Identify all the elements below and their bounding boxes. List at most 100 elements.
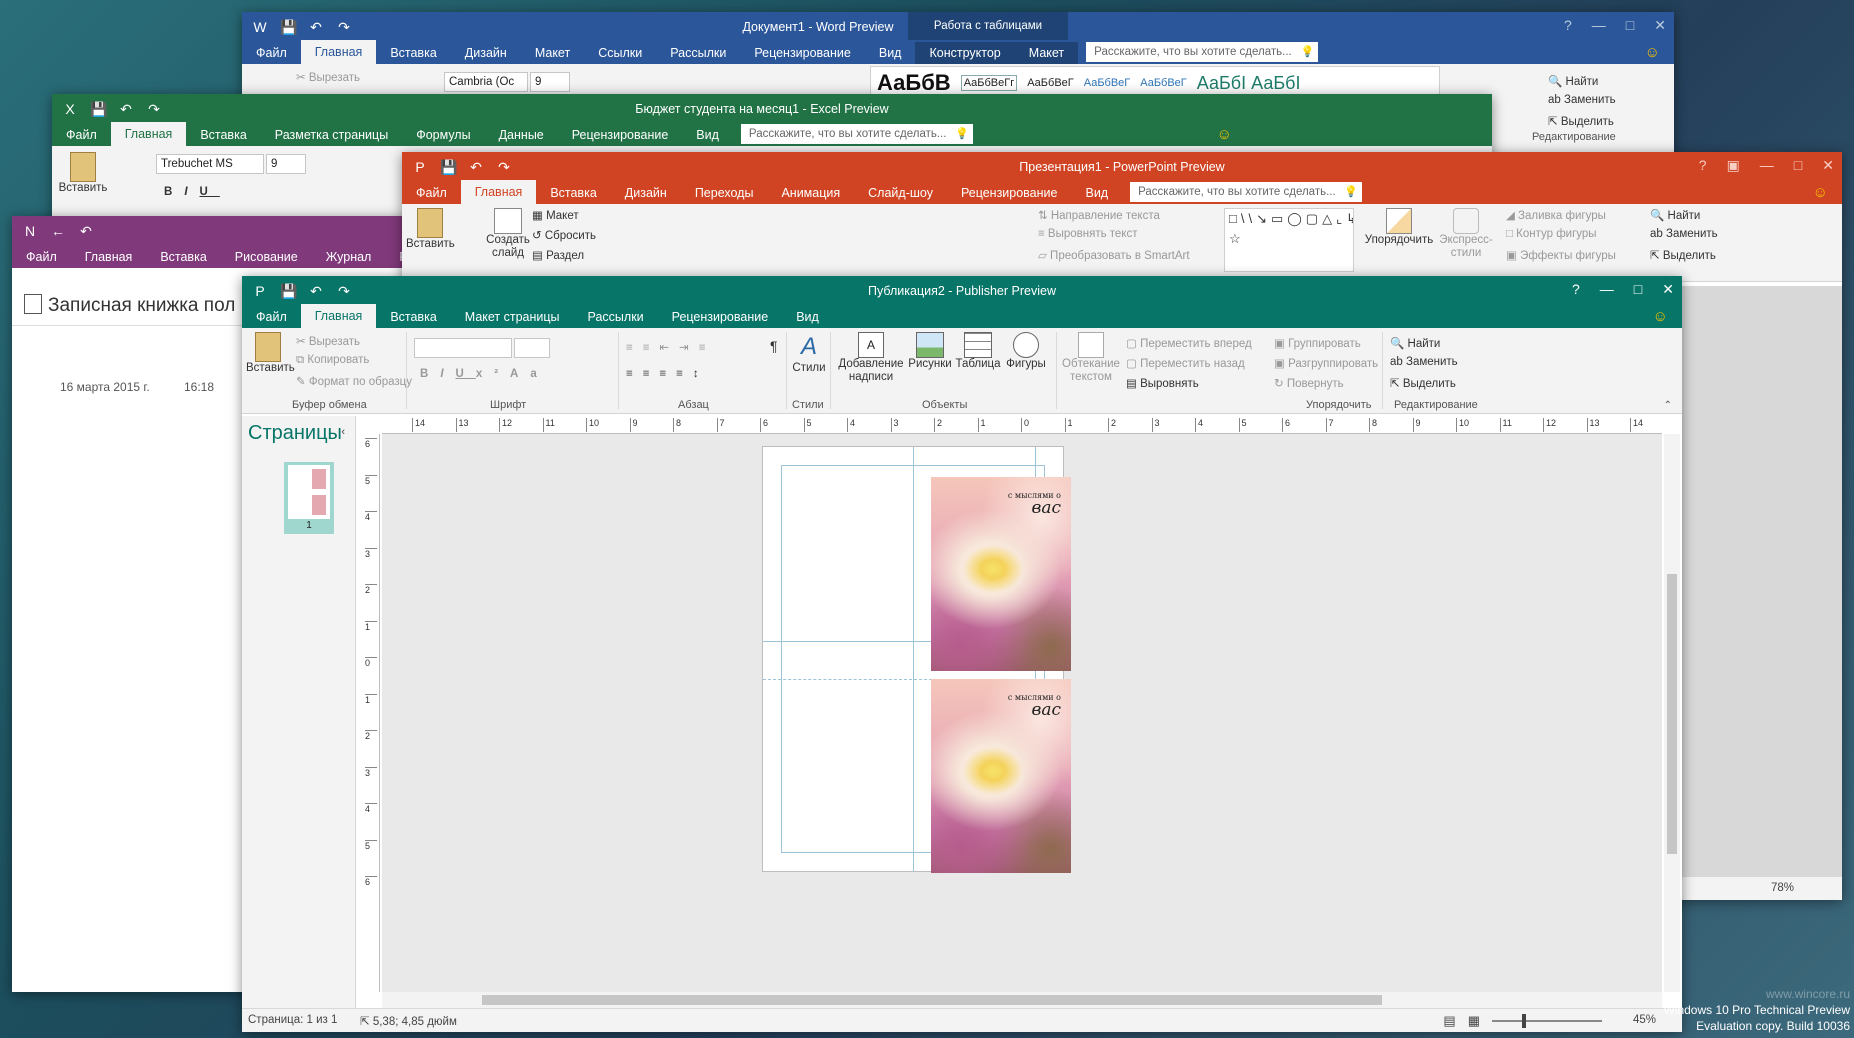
minimize-icon[interactable]: —	[1760, 157, 1774, 174]
select-button[interactable]: ⇱ Выделить	[1548, 114, 1614, 128]
tab-formulas[interactable]: Формулы	[402, 124, 484, 146]
shapes-button[interactable]: Фигуры	[1002, 332, 1050, 370]
close-icon[interactable]: ✕	[1822, 157, 1834, 174]
select-button[interactable]: ⇱ Выделить	[1650, 248, 1716, 262]
tab-review[interactable]: Рецензирование	[558, 124, 683, 146]
tab-draw[interactable]: Рисование	[221, 246, 312, 268]
tab-file[interactable]: Файл	[52, 124, 111, 146]
copy-button[interactable]: ⧉ Копировать	[296, 354, 369, 367]
scroll-thumb[interactable]	[482, 995, 1382, 1005]
size-combo[interactable]: 9	[530, 72, 570, 92]
flower-card-image[interactable]: с мыслями о вас	[931, 477, 1071, 671]
vertical-scrollbar[interactable]	[1664, 434, 1680, 992]
size-combo[interactable]	[514, 338, 550, 358]
send-backward-button[interactable]: ▢ Переместить назад	[1126, 356, 1245, 370]
shape-outline-button[interactable]: □ Контур фигуры	[1506, 228, 1597, 240]
tab-design[interactable]: Дизайн	[451, 42, 521, 64]
tab-design[interactable]: Дизайн	[611, 182, 681, 204]
tab-slideshow[interactable]: Слайд-шоу	[854, 182, 947, 204]
shape-effects-button[interactable]: ▣ Эффекты фигуры	[1506, 248, 1616, 262]
view-buttons[interactable]: ▤▦	[1443, 1013, 1492, 1029]
paste-button[interactable]: Вставить	[58, 152, 108, 194]
rotate-button[interactable]: ↻ Повернуть	[1274, 376, 1344, 390]
cut-button[interactable]: ✂ Вырезать	[296, 70, 360, 84]
alignment-buttons[interactable]: ≡≡≡≡↕	[626, 368, 709, 380]
close-icon[interactable]: ✕	[1654, 17, 1666, 34]
cut-button[interactable]: ✂ Вырезать	[296, 334, 360, 348]
vertical-ruler[interactable]: 6 5 4 3 2 1 0 1 2 3 4 5 6	[362, 434, 380, 992]
find-button[interactable]: 🔍 Найти	[1650, 208, 1700, 222]
ribbon-display-icon[interactable]: ▣	[1727, 157, 1740, 174]
maximize-icon[interactable]: □	[1794, 157, 1802, 174]
tab-animations[interactable]: Анимация	[767, 182, 854, 204]
tab-review[interactable]: Рецензирование	[947, 182, 1072, 204]
tab-file[interactable]: Файл	[12, 246, 71, 268]
styles-button[interactable]: A Стили	[792, 332, 826, 374]
paste-button[interactable]: Вставить	[246, 332, 295, 374]
horizontal-ruler[interactable]: 14 13 12 11 10 9 8 7 6 5 4 3 2 1 0 1 2 3 4 5 6 7 8 9 10 11 12 13 14	[382, 416, 1662, 434]
tell-me-input[interactable]: Расскажите, что вы хотите сделать...	[1130, 182, 1363, 202]
replace-button[interactable]: ab Заменить	[1390, 356, 1458, 368]
bring-forward-button[interactable]: ▢ Переместить вперед	[1126, 336, 1252, 350]
replace-button[interactable]: ab Заменить	[1650, 228, 1718, 240]
arrange-button[interactable]: Упорядочить	[1364, 208, 1434, 246]
font-format-buttons[interactable]: BIU	[164, 186, 220, 198]
horizontal-scrollbar[interactable]	[382, 992, 1662, 1008]
undo-icon[interactable]: ↶	[78, 222, 94, 239]
minimize-icon[interactable]: —	[1592, 17, 1606, 34]
tab-history[interactable]: Журнал	[312, 246, 386, 268]
maximize-icon[interactable]: □	[1634, 281, 1642, 298]
replace-button[interactable]: ab Заменить	[1548, 94, 1616, 106]
quick-styles-button[interactable]: Экспресс-стили	[1436, 208, 1496, 260]
format-painter-button[interactable]: ✎ Формат по образцу	[296, 374, 412, 388]
font-combo[interactable]	[414, 338, 512, 358]
zoom-slider[interactable]	[1492, 1014, 1602, 1028]
back-icon[interactable]: ←	[50, 222, 66, 239]
tab-mailings[interactable]: Рассылки	[656, 42, 740, 64]
tab-review[interactable]: Рецензирование	[658, 306, 783, 328]
tab-table-layout[interactable]: Макет	[1014, 42, 1079, 64]
tell-me-input[interactable]: Расскажите, что вы хотите сделать...	[1086, 42, 1319, 62]
show-formatting-button[interactable]: ¶	[770, 338, 778, 354]
zoom-level[interactable]: 45%	[1633, 1014, 1656, 1026]
tab-page-layout[interactable]: Разметка страницы	[261, 124, 402, 146]
new-slide-button[interactable]: Создать слайд	[486, 208, 530, 260]
tab-file[interactable]: Файл	[242, 306, 301, 328]
feedback-smile-icon[interactable]: ☺	[1813, 184, 1828, 201]
feedback-smile-icon[interactable]: ☺	[1217, 126, 1232, 143]
text-direction-button[interactable]: ⇅ Направление текста	[1038, 208, 1160, 222]
tab-file[interactable]: Файл	[242, 42, 301, 64]
shape-fill-button[interactable]: ◢ Заливка фигуры	[1506, 208, 1606, 222]
zoom-thumb[interactable]	[1522, 1014, 1526, 1028]
tab-home[interactable]: Главная	[71, 246, 147, 268]
paragraph-buttons[interactable]: ≡≡⇤⇥≡	[626, 340, 715, 354]
tab-insert[interactable]: Вставка	[186, 124, 260, 146]
tab-home[interactable]: Главная	[300, 304, 377, 328]
tab-home[interactable]: Главная	[300, 40, 377, 64]
collapse-pane-icon[interactable]: ‹	[341, 426, 345, 438]
tab-home[interactable]: Главная	[110, 122, 187, 146]
tab-data[interactable]: Данные	[485, 124, 558, 146]
font-combo[interactable]: Cambria (Ос	[444, 72, 528, 92]
tab-view[interactable]: Вид	[782, 306, 833, 328]
align-button[interactable]: ▤ Выровнять	[1126, 376, 1199, 390]
help-icon[interactable]: ?	[1572, 281, 1580, 298]
maximize-icon[interactable]: □	[1626, 17, 1634, 34]
select-button[interactable]: ⇱ Выделить	[1390, 376, 1456, 390]
layout-button[interactable]: ▦ Макет	[532, 208, 579, 222]
tab-home[interactable]: Главная	[460, 180, 537, 204]
tab-insert[interactable]: Вставка	[376, 306, 450, 328]
feedback-smile-icon[interactable]: ☺	[1645, 44, 1660, 61]
flower-card-image[interactable]: с мыслями о вас	[931, 679, 1071, 873]
collapse-ribbon-icon[interactable]: ⌃	[1664, 400, 1672, 411]
help-icon[interactable]: ?	[1564, 17, 1572, 34]
help-icon[interactable]: ?	[1699, 157, 1707, 174]
font-combo[interactable]: Trebuchet MS	[156, 154, 264, 174]
tab-insert[interactable]: Вставка	[376, 42, 450, 64]
reset-button[interactable]: ↺ Сбросить	[532, 228, 596, 242]
find-button[interactable]: 🔍 Найти	[1390, 336, 1440, 350]
page-thumbnail[interactable]: 1	[284, 462, 334, 534]
tab-view[interactable]: Вид	[865, 42, 916, 64]
pictures-button[interactable]: Рисунки	[906, 332, 954, 370]
tab-view[interactable]: Вид	[1071, 182, 1122, 204]
